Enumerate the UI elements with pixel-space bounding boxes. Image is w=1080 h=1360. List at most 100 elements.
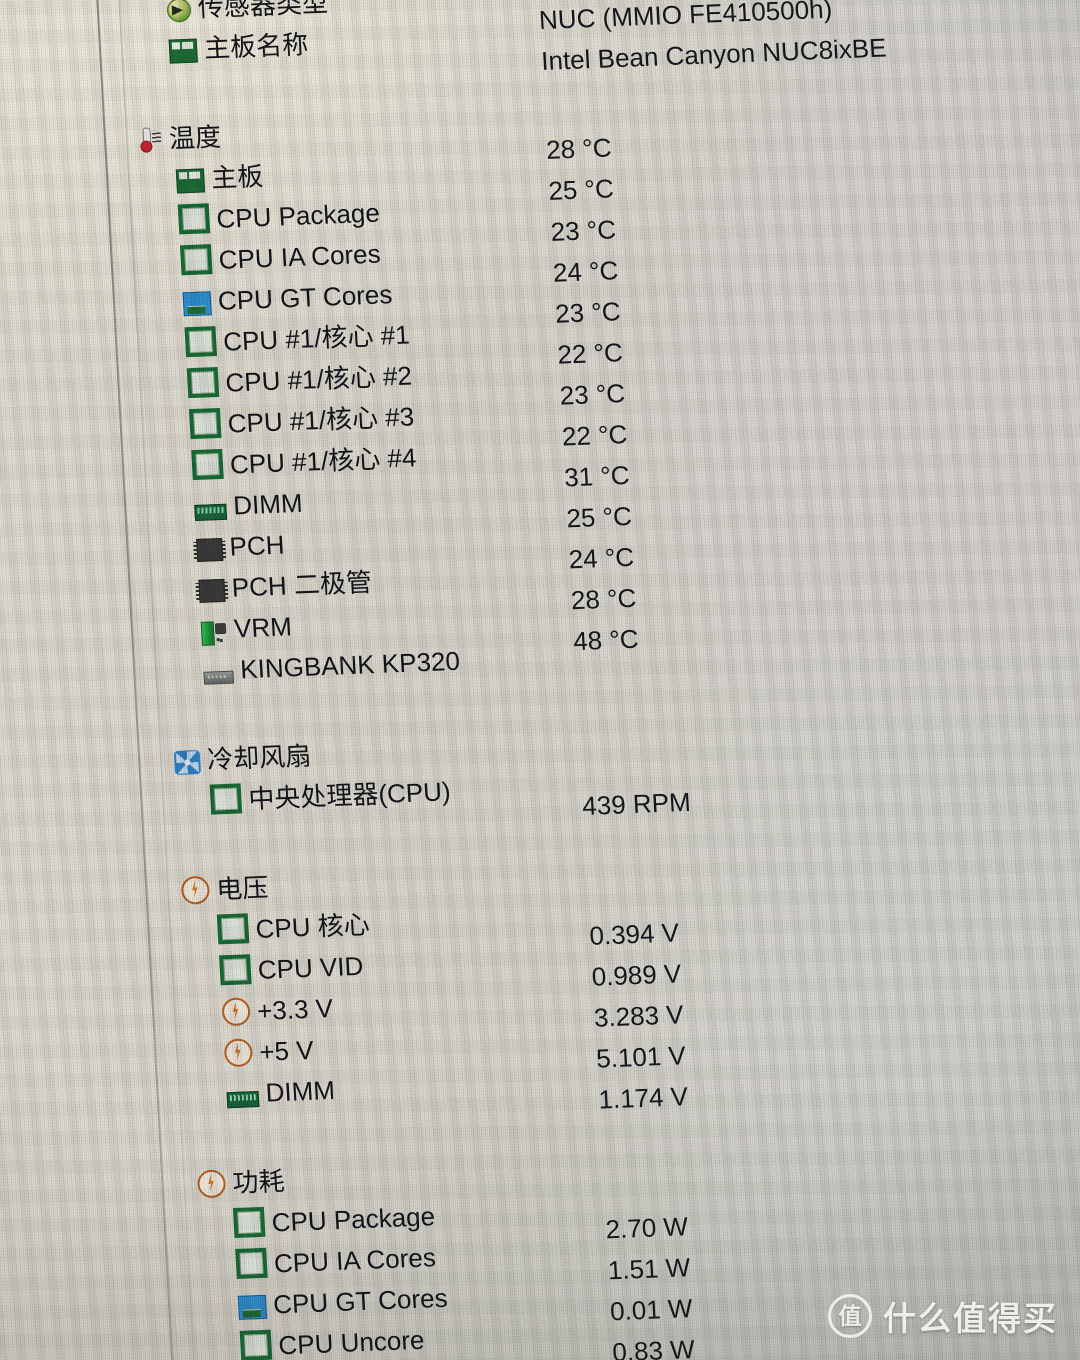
list-item-value: 28 °C: [570, 582, 638, 616]
list-item-value: 0.01 W: [609, 1293, 694, 1327]
list-item-3-1[interactable]: CPU IA Cores: [201, 1242, 437, 1289]
list-item-label-text: CPU #1/核心 #3: [226, 401, 415, 439]
cpu-chip-icon: [216, 913, 250, 945]
list-item-1-0[interactable]: 中央处理器(CPU): [176, 776, 451, 825]
section-title-text: 温度: [168, 121, 222, 154]
list-item-label-text: DIMM: [264, 1074, 336, 1108]
list-item-label-text: CPU #1/核心 #4: [229, 442, 418, 480]
photograph-of-screen: Beta称理计算机器态备备设备X性量据库能测试 项目 传感器传感器类型NUC (…: [0, 0, 1080, 1360]
cpu-chip-icon: [235, 1247, 268, 1279]
lcd-screen: Beta称理计算机器态备备设备X性量据库能测试 项目 传感器传感器类型NUC (…: [0, 0, 1080, 1360]
list-item-label-text: +3.3 V: [256, 992, 334, 1026]
list-item-0-12[interactable]: KINGBANK KP320: [168, 646, 461, 695]
list-item-label: CPU Package: [144, 196, 381, 239]
list-item-top-2[interactable]: 主板名称: [134, 29, 309, 74]
list-item-label: DIMM: [159, 486, 303, 526]
list-item-label: CPU #1/核心 #3: [155, 399, 415, 443]
vrm-icon: [201, 621, 228, 644]
list-item-value: 25 °C: [547, 173, 615, 206]
list-item-value: 3.283 V: [593, 999, 685, 1033]
list-item-value: 22 °C: [556, 337, 624, 370]
bolt-icon: [221, 997, 251, 1027]
list-item-label: CPU #1/核心 #1: [150, 317, 410, 361]
list-item-label: +3.3 V: [187, 991, 334, 1031]
list-item-label: CPU IA Cores: [146, 237, 382, 280]
section-title: 电压: [180, 870, 269, 907]
list-item-value: 0.394 V: [588, 917, 680, 951]
list-item-2-2[interactable]: +3.3 V: [187, 993, 334, 1037]
section-header-2[interactable]: 电压: [180, 872, 269, 914]
motherboard-icon: [168, 38, 198, 64]
dimm-icon: [226, 1090, 260, 1109]
list-item-label-text: 主板: [210, 161, 265, 194]
list-item-label-text: 主板名称: [203, 29, 309, 64]
list-item-3-2[interactable]: CPU GT Cores: [203, 1283, 448, 1330]
list-item-value: 25 °C: [565, 500, 633, 534]
list-item-0-9[interactable]: PCH: [162, 530, 285, 572]
list-item-label: PCH: [162, 528, 286, 567]
list-item-label: CPU Package: [199, 1199, 436, 1242]
list-item-top-1[interactable]: 传感器类型: [132, 0, 329, 33]
bolt-icon: [180, 875, 211, 905]
list-item-0-7[interactable]: CPU #1/核心 #4: [157, 442, 417, 490]
list-item-0-8[interactable]: DIMM: [159, 488, 303, 531]
list-item-3-0[interactable]: CPU Package: [199, 1201, 436, 1248]
cooling-fan-icon: [173, 750, 202, 775]
list-item-value: 22 °C: [561, 418, 629, 452]
list-item-0-4[interactable]: CPU #1/核心 #1: [150, 319, 410, 368]
list-item-0-0[interactable]: 主板: [141, 161, 264, 204]
list-item-label: CPU #1/核心 #4: [157, 440, 417, 484]
cpu-chip-icon: [209, 783, 243, 815]
pch-icon: [198, 578, 226, 603]
list-item-label-text: DIMM: [232, 487, 304, 521]
section-title: 温度: [139, 120, 222, 157]
list-item-value: 48 °C: [572, 623, 640, 657]
list-item-value: 23 °C: [549, 214, 617, 247]
list-item-label-text: CPU IA Cores: [273, 1242, 437, 1279]
list-item-2-1[interactable]: CPU VID: [185, 951, 364, 996]
list-item-label: 主板名称: [134, 27, 309, 68]
watermark-text: 什么值得买: [883, 1300, 1058, 1337]
list-item-label-text: CPU Uncore: [277, 1324, 426, 1360]
section-title-text: 电压: [215, 872, 270, 905]
list-item-0-6[interactable]: CPU #1/核心 #3: [155, 401, 415, 450]
list-item-label: KINGBANK KP320: [168, 644, 461, 689]
list-item-3-3[interactable]: CPU Uncore: [206, 1325, 425, 1360]
list-item-label-text: CPU VID: [257, 950, 365, 985]
cpu-chip-icon: [219, 954, 252, 986]
list-item-label-text: KINGBANK KP320: [239, 645, 461, 685]
list-item-0-10[interactable]: PCH 二极管: [164, 567, 373, 613]
list-item-label-text: VRM: [233, 611, 293, 644]
section-header-3[interactable]: 功耗: [196, 1166, 285, 1207]
list-item-label: CPU IA Cores: [201, 1240, 437, 1283]
list-item-label-text: CPU GT Cores: [217, 279, 394, 316]
bolt-icon: [196, 1169, 227, 1199]
cpu-chip-icon: [177, 203, 211, 235]
list-item-2-0[interactable]: CPU 核心: [183, 909, 370, 955]
list-item-label: DIMM: [192, 1073, 336, 1113]
list-item-label: CPU VID: [185, 949, 364, 990]
section-header-0[interactable]: 温度: [139, 122, 222, 163]
list-item-label: CPU GT Cores: [148, 277, 393, 321]
list-item-2-4[interactable]: DIMM: [192, 1075, 336, 1119]
watermark-logo-icon: 值: [828, 1294, 872, 1338]
section-title: 冷却风扇: [173, 739, 312, 778]
list-item-label: CPU GT Cores: [203, 1281, 448, 1325]
dimm-icon: [194, 503, 228, 522]
list-item-value: 24 °C: [567, 541, 635, 575]
ssd-icon: [203, 670, 235, 685]
section-header-1[interactable]: 冷却风扇: [173, 741, 312, 784]
list-item-value: 24 °C: [552, 255, 620, 288]
list-item-label-text: CPU Package: [270, 1201, 436, 1238]
cpu-chip-icon: [191, 448, 224, 481]
list-item-0-2[interactable]: CPU IA Cores: [146, 239, 381, 286]
list-item-value: 5.101 V: [595, 1040, 687, 1074]
list-item-0-3[interactable]: CPU GT Cores: [148, 279, 393, 327]
list-item-value: NUC (MMIO FE410500h): [538, 0, 833, 36]
list-item-label: 中央处理器(CPU): [176, 774, 452, 819]
list-item-0-5[interactable]: CPU #1/核心 #2: [153, 360, 413, 409]
list-item-label-text: CPU #1/核心 #1: [222, 319, 411, 357]
list-item-0-11[interactable]: VRM: [166, 611, 292, 654]
list-item-0-1[interactable]: CPU Package: [144, 198, 381, 245]
list-item-2-3[interactable]: +5 V: [189, 1035, 314, 1078]
